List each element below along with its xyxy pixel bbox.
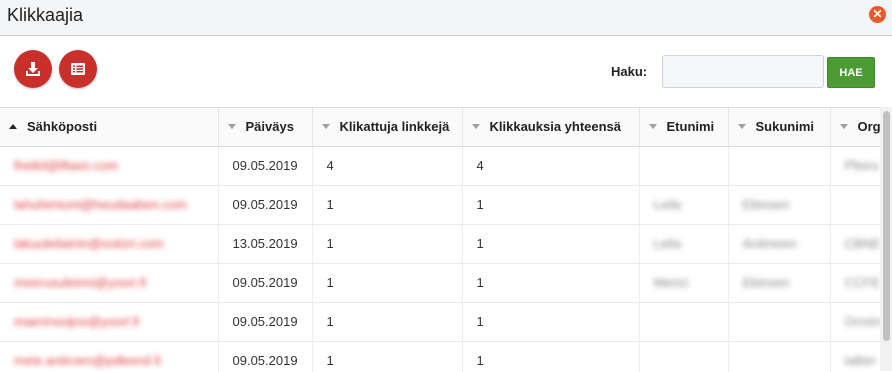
table-row[interactable]: lheikil@lfiasn.com 09.05.2019 4 4 Pfeiro <box>0 146 880 186</box>
table-header-row: Sähköposti Päiväys Klikattuja linkkejä K… <box>0 108 880 147</box>
table-row[interactable]: meie.antiroen@pdleenil.fi 09.05.2019 1 1… <box>0 341 880 372</box>
column-header-first-name[interactable]: Etunimi <box>639 108 729 147</box>
cell-date: 09.05.2019 <box>218 263 313 303</box>
download-button[interactable] <box>14 50 52 88</box>
cell-clicked-links: 1 <box>312 263 463 303</box>
cell-email: lahuhimiunt@heudaaben.com <box>0 185 219 225</box>
search-label: Haku: <box>611 64 648 79</box>
sort-icon <box>321 124 330 130</box>
cell-date: 09.05.2019 <box>218 302 313 342</box>
cell-clicked-links: 1 <box>312 185 463 225</box>
table-row[interactable]: maerinsoijno@yoorl.fi 09.05.2019 1 1 Ocn… <box>0 302 880 342</box>
sort-icon <box>737 124 746 130</box>
cell-total-clicks: 1 <box>462 263 640 303</box>
cell-total-clicks: 1 <box>462 302 640 342</box>
cell-clicked-links: 1 <box>312 341 463 372</box>
column-header-total-clicks[interactable]: Klikkauksia yhteensä <box>462 108 640 147</box>
cell-total-clicks: 1 <box>462 341 640 372</box>
clickers-table: Sähköposti Päiväys Klikattuja linkkejä K… <box>0 108 880 372</box>
cell-organization: Pfeiro <box>830 146 880 186</box>
cell-last-name: Aniimeen <box>728 224 831 264</box>
search-button[interactable]: HAE <box>827 57 875 88</box>
cell-email: meie.antiroen@pdleenil.fi <box>0 341 219 372</box>
toolbar: Haku: HAE <box>0 37 892 107</box>
cell-organization: Ocnim <box>830 302 880 342</box>
cell-date: 09.05.2019 <box>218 146 313 186</box>
window-titlebar: Klikkaajia ✕ <box>0 0 892 36</box>
search-input[interactable] <box>662 55 824 88</box>
cell-date: 09.05.2019 <box>218 341 313 372</box>
cell-organization <box>830 185 880 225</box>
cell-first-name <box>639 341 729 372</box>
sort-icon <box>648 124 657 130</box>
cell-email: lakuuleilainin@soitzri.com <box>0 224 219 264</box>
close-icon[interactable]: ✕ <box>869 6 886 23</box>
cell-email: meerusuleinni@yoori.fi <box>0 263 219 303</box>
cell-last-name: Ebinsen <box>728 185 831 225</box>
scrollbar-thumb[interactable] <box>883 111 890 341</box>
list-icon <box>71 63 85 75</box>
sort-icon <box>471 124 480 130</box>
cell-last-name <box>728 146 831 186</box>
cell-total-clicks: 1 <box>462 224 640 264</box>
table-row[interactable]: lakuuleilainin@soitzri.com 13.05.2019 1 … <box>0 224 880 264</box>
cell-organization: Ialbin <box>830 341 880 372</box>
column-header-organization[interactable]: Org <box>830 108 880 147</box>
cell-first-name: Merici <box>639 263 729 303</box>
column-header-last-name[interactable]: Sukunimi <box>728 108 831 147</box>
cell-first-name <box>639 302 729 342</box>
cell-first-name <box>639 146 729 186</box>
column-header-clicked-links[interactable]: Klikattuja linkkejä <box>312 108 463 147</box>
cell-total-clicks: 1 <box>462 185 640 225</box>
cell-organization: CCFE <box>830 263 880 303</box>
cell-first-name: Leila <box>639 224 729 264</box>
cell-last-name <box>728 302 831 342</box>
cell-clicked-links: 1 <box>312 302 463 342</box>
cell-last-name <box>728 341 831 372</box>
cell-total-clicks: 4 <box>462 146 640 186</box>
table-row[interactable]: lahuhimiunt@heudaaben.com 09.05.2019 1 1… <box>0 185 880 225</box>
column-header-date[interactable]: Päiväys <box>218 108 313 147</box>
cell-email: lheikil@lfiasn.com <box>0 146 219 186</box>
download-icon <box>26 62 40 76</box>
column-header-email[interactable]: Sähköposti <box>0 108 219 147</box>
table-row[interactable]: meerusuleinni@yoori.fi 09.05.2019 1 1 Me… <box>0 263 880 303</box>
cell-clicked-links: 4 <box>312 146 463 186</box>
cell-date: 13.05.2019 <box>218 224 313 264</box>
sort-icon <box>227 124 236 130</box>
cell-last-name: Ebinsen <box>728 263 831 303</box>
cell-organization: CBNE <box>830 224 880 264</box>
sort-ascending-icon <box>9 124 17 130</box>
list-view-button[interactable] <box>59 50 97 88</box>
cell-date: 09.05.2019 <box>218 185 313 225</box>
cell-email: maerinsoijno@yoorl.fi <box>0 302 219 342</box>
window-title: Klikkaajia <box>7 5 84 25</box>
vertical-scrollbar[interactable] <box>880 107 892 371</box>
sort-icon <box>839 124 848 130</box>
clickers-table-container: Sähköposti Päiväys Klikattuja linkkejä K… <box>0 107 880 372</box>
cell-clicked-links: 1 <box>312 224 463 264</box>
cell-first-name: Leila <box>639 185 729 225</box>
